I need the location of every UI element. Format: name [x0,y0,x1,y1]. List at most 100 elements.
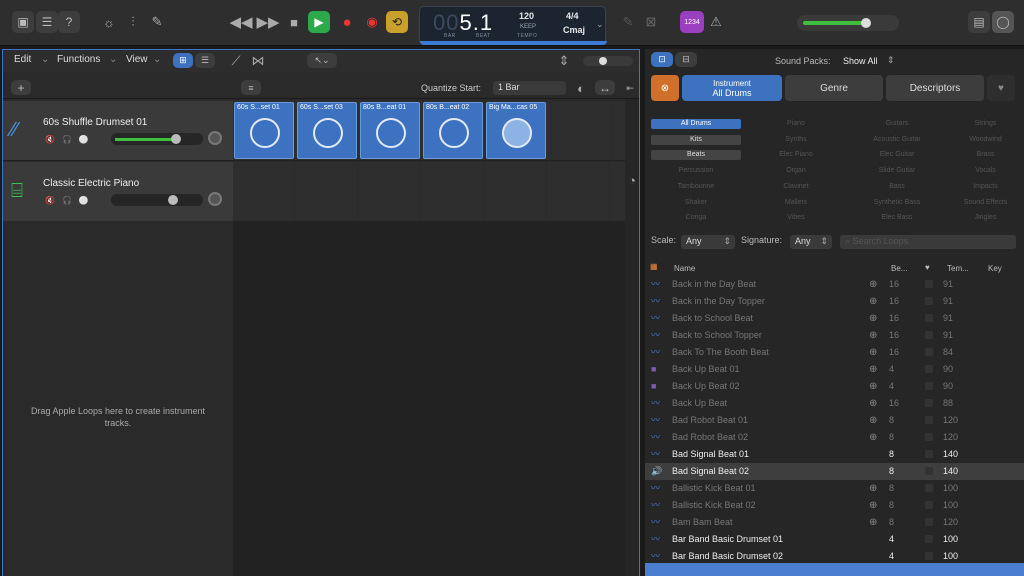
smart-controls-icon[interactable]: ☼ [98,11,120,33]
track-volume-knob[interactable] [168,195,178,205]
loop-region[interactable]: 80s B...eat 02 [423,102,483,159]
region-filter-icon[interactable]: ≡ [241,80,261,95]
favorite-checkbox[interactable] [925,280,933,288]
record-mode-icon[interactable]: ◉ [361,11,383,33]
category-button[interactable]: Synthetic Bass [852,198,942,208]
download-icon[interactable]: ⊕ [869,497,877,514]
loop-row[interactable]: 〰 Bad Robot Beat 01 ⊕ 8 120 [645,412,1024,429]
loop-region[interactable]: 60s S...set 03 [297,102,357,159]
heart-icon[interactable]: ♥ [987,75,1015,101]
category-button[interactable]: Vocals [953,166,1018,176]
empty-cell[interactable] [422,162,484,222]
scale-select[interactable]: Any ⇕ [681,235,735,249]
download-icon[interactable]: ⊕ [869,310,877,327]
empty-workspace[interactable] [233,221,626,576]
category-button[interactable]: Jingles [953,213,1018,223]
notepad-icon[interactable]: ▤ [968,11,990,33]
category-button[interactable]: Conga [651,213,741,223]
track-controls[interactable]: 🔇🎧⚪ [45,135,96,144]
track-volume-slider[interactable] [111,194,203,206]
zoom-slider-knob[interactable] [599,57,607,65]
column-favorite-heart-icon[interactable]: ♥ [925,263,930,272]
category-button[interactable]: Guitars [852,119,942,129]
loop-row[interactable]: 〰 Back in the Day Beat ⊕ 16 91 [645,276,1024,293]
download-icon[interactable]: ⊕ [869,378,877,395]
mixer-icon[interactable]: ⫶ [122,11,144,33]
column-beats[interactable]: Be... [891,264,907,273]
stop-icon[interactable]: ■ [283,11,305,33]
add-track-icon[interactable]: + [11,80,31,95]
zoom-slider[interactable] [583,56,633,66]
loop-row[interactable]: 〰 Back Up Beat ⊕ 16 88 [645,395,1024,412]
record-button[interactable]: ● [336,11,358,33]
button-view-icon[interactable]: ⊡ [651,52,673,67]
category-button[interactable]: Shaker [651,198,741,208]
column-key[interactable]: Key [988,264,1002,273]
edit-menu[interactable]: Edit [14,54,31,65]
loop-row[interactable]: 〰 Back to School Topper ⊕ 16 91 [645,327,1024,344]
favorite-checkbox[interactable] [925,365,933,373]
forward-icon[interactable]: ▶▶ [256,11,279,33]
category-button[interactable]: Tambourine [651,182,741,192]
empty-cell[interactable] [359,162,421,222]
category-button[interactable]: Woodwind [953,135,1018,145]
apps-grid-icon[interactable]: ▦ [650,262,658,271]
snap-icon[interactable]: ◐ [570,77,592,99]
flex-icon[interactable]: ⋈ [247,53,269,68]
track-lane-piano[interactable] [233,162,626,222]
collapse-icon[interactable]: ⇤ [619,77,641,99]
library-icon[interactable]: ▣ [12,11,34,33]
category-button[interactable]: Clavinet [751,182,841,192]
track-header-piano[interactable]: ⌸ Classic Electric Piano 🔇🎧⚪ [3,162,233,222]
chevron-down-icon[interactable]: ⌄ [596,19,604,30]
track-volume-knob[interactable] [171,134,181,144]
functions-menu[interactable]: Functions [57,54,100,65]
fit-width-icon[interactable]: ↔ [595,80,615,95]
track-lane-drums[interactable]: 60s S...set 01 60s S...set 03 80s B...ea… [233,101,626,161]
category-button[interactable]: Sound Effects [953,198,1018,208]
loop-row[interactable]: 〰 Bad Robot Beat 02 ⊕ 8 120 [645,429,1024,446]
pointer-tool-icon[interactable]: ↖⌄ [307,53,337,68]
download-icon[interactable]: ⊕ [869,395,877,412]
editors-icon[interactable]: ✎ [146,11,168,33]
loop-row[interactable]: 〰 Back to School Beat ⊕ 16 91 [645,310,1024,327]
sound-packs-value[interactable]: Show All [843,56,878,66]
category-button[interactable]: Bass [852,182,942,192]
loop-row[interactable]: 🔊 Bad Signal Beat 02 8 140 [645,463,1024,480]
track-controls[interactable]: 🔇🎧⚪ [45,196,96,205]
updown-chevron-icon[interactable]: ⇕ [887,55,895,66]
favorite-checkbox[interactable] [925,535,933,543]
favorite-checkbox[interactable] [925,416,933,424]
tab-descriptors[interactable]: Descriptors [886,75,984,101]
master-volume-knob[interactable] [861,18,871,28]
loop-browser-icon[interactable]: ◯ [992,11,1014,33]
lcd-display[interactable]: 005.1 BAR BEAT 120 KEEP TEMPO 4/4 Cmaj ⌄ [419,6,607,45]
count-in-icon[interactable]: ⊠ [640,11,662,33]
category-button[interactable]: Brass [953,150,1018,160]
favorite-checkbox[interactable] [925,382,933,390]
waveform-preview[interactable] [645,563,1024,576]
download-icon[interactable]: ⊕ [869,327,877,344]
favorite-checkbox[interactable] [925,518,933,526]
reset-button[interactable]: ⊗ [651,75,679,101]
vertical-scrollbar[interactable]: ◔ [625,99,639,576]
category-button[interactable]: Impacts [953,182,1018,192]
column-name[interactable]: Name [674,264,695,273]
category-button[interactable]: Kits [651,134,741,145]
download-icon[interactable]: ⊕ [869,412,877,429]
signature-select[interactable]: Any ⇕ [790,235,832,249]
category-button[interactable]: Acoustic Guitar [852,135,942,145]
category-button[interactable]: Elec Guitar [852,150,942,160]
category-button[interactable]: Mallets [751,198,841,208]
loop-row[interactable]: 〰 Bar Band Basic Drumset 01 4 100 [645,531,1024,548]
playhead-icon[interactable]: ◔ [621,169,643,191]
category-button[interactable]: Elec Bass [852,213,942,223]
search-field[interactable]: ⌕ Search Loops [840,235,1016,249]
download-icon[interactable]: ⊕ [869,361,877,378]
pan-knob[interactable] [208,131,222,145]
category-button[interactable]: Vibes [751,213,841,223]
favorite-checkbox[interactable] [925,433,933,441]
loop-region[interactable]: Big Ma...cas 05 [486,102,546,159]
master-volume-slider[interactable] [797,15,899,31]
loop-row[interactable]: 〰 Back To The Booth Beat ⊕ 16 84 [645,344,1024,361]
